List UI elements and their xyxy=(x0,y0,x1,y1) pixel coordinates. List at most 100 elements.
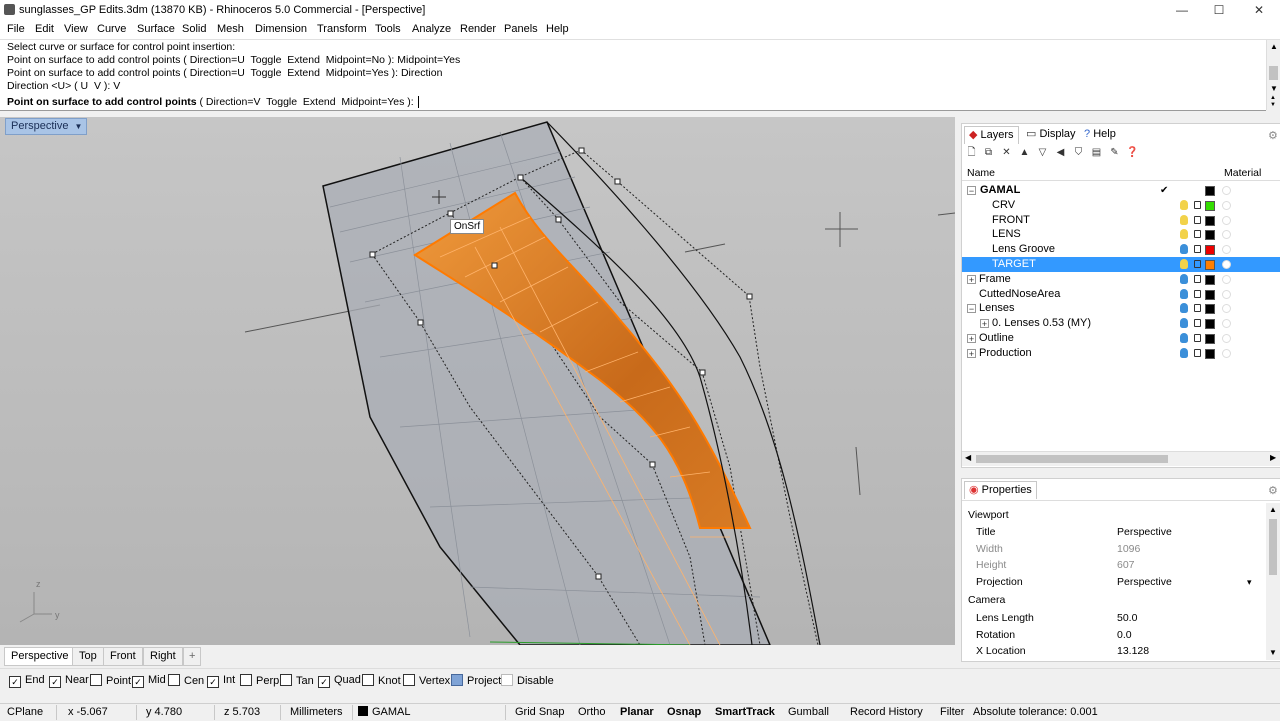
material-icon[interactable] xyxy=(1222,186,1231,195)
scroll-thumb[interactable] xyxy=(976,455,1168,463)
checkbox-icon[interactable] xyxy=(501,674,513,686)
material-icon[interactable] xyxy=(1222,304,1231,314)
lock-icon[interactable] xyxy=(1194,245,1201,254)
menu-help[interactable]: Help xyxy=(546,23,569,35)
layer-row-crv[interactable]: CRV xyxy=(962,198,1280,213)
layer-color-swatch[interactable] xyxy=(1205,186,1215,196)
prop-x-location[interactable]: X Location 13.128 xyxy=(969,643,1261,659)
lock-icon[interactable] xyxy=(1194,289,1201,298)
osnap-project[interactable]: Project xyxy=(451,674,501,687)
lightbulb-icon[interactable] xyxy=(1180,303,1188,314)
layer-color-swatch[interactable] xyxy=(1205,260,1215,270)
tab-help[interactable]: ? Help xyxy=(1080,126,1120,143)
prop-lens-length[interactable]: Lens Length 50.0 xyxy=(969,610,1261,626)
material-icon[interactable] xyxy=(1222,274,1231,284)
layer-color-swatch[interactable] xyxy=(1205,348,1215,359)
lock-icon[interactable] xyxy=(1194,230,1201,239)
material-icon[interactable] xyxy=(1222,334,1231,343)
history-scrollbar[interactable]: ▲ ▼ xyxy=(1266,40,1280,95)
section-camera[interactable]: Camera xyxy=(968,594,1005,606)
material-icon[interactable] xyxy=(1222,200,1231,210)
layer-row-cuttednosearea[interactable]: CuttedNoseArea xyxy=(962,287,1280,302)
layer-color-swatch[interactable] xyxy=(1205,245,1215,256)
layer-row-lens[interactable]: LENS xyxy=(962,227,1280,242)
lightbulb-icon[interactable] xyxy=(1180,214,1188,225)
perspective-viewport[interactable]: z y OnSrf xyxy=(0,117,955,645)
checkbox-icon[interactable]: ✓ xyxy=(318,676,330,688)
checkbox-icon[interactable]: ✓ xyxy=(9,676,21,688)
menu-solid[interactable]: Solid xyxy=(182,23,206,35)
osnap-disable[interactable]: Disable xyxy=(501,674,554,687)
layer-row-production[interactable]: + Production xyxy=(962,346,1280,361)
new-layer-icon[interactable]: 🗋 xyxy=(965,146,978,159)
chevron-down-icon[interactable]: ▼ xyxy=(74,119,82,134)
material-icon[interactable] xyxy=(1222,348,1231,358)
chevron-down-icon[interactable]: ▾ xyxy=(1247,574,1252,590)
menu-curve[interactable]: Curve xyxy=(97,23,126,35)
minimize-button[interactable]: — xyxy=(1163,0,1201,20)
checkbox-icon[interactable] xyxy=(403,674,415,686)
cplane-label[interactable]: CPlane xyxy=(7,706,43,718)
osnap-button[interactable]: Osnap xyxy=(667,706,701,718)
tab-top[interactable]: Top xyxy=(72,647,104,666)
lightbulb-icon[interactable] xyxy=(1180,229,1188,240)
lock-icon[interactable] xyxy=(1194,334,1201,342)
menu-mesh[interactable]: Mesh xyxy=(217,23,244,35)
prompt-spinner[interactable]: ▲ ▼ xyxy=(1266,95,1280,110)
tab-display[interactable]: ▭ Display xyxy=(1022,126,1080,143)
lock-icon[interactable] xyxy=(1194,200,1201,209)
layer-color-swatch[interactable] xyxy=(1205,215,1215,226)
lock-icon[interactable] xyxy=(1194,260,1201,268)
osnap-tan[interactable]: Tan xyxy=(280,674,314,687)
osnap-mid[interactable]: ✓ Mid xyxy=(132,674,166,688)
add-tab-button[interactable]: + xyxy=(183,647,202,666)
collapse-icon[interactable]: − xyxy=(967,304,976,314)
expand-icon[interactable]: + xyxy=(967,334,976,344)
collapse-icon[interactable]: − xyxy=(967,186,976,196)
move-down-icon[interactable]: ▽ xyxy=(1036,146,1049,159)
checkbox-icon[interactable] xyxy=(90,674,102,686)
layer-row-gamal[interactable]: − GAMAL ✔ xyxy=(962,183,1280,198)
move-up-icon[interactable]: ▲ xyxy=(1018,146,1031,159)
layer-row-lenses[interactable]: − Lenses xyxy=(962,301,1280,316)
lock-icon[interactable] xyxy=(1194,274,1201,283)
close-button[interactable]: ✕ xyxy=(1240,0,1278,20)
material-icon[interactable] xyxy=(1222,245,1231,255)
menu-dimension[interactable]: Dimension xyxy=(255,23,307,35)
units-label[interactable]: Millimeters xyxy=(290,706,343,718)
layer-color-swatch[interactable] xyxy=(1205,319,1215,330)
lightbulb-icon[interactable] xyxy=(1180,199,1188,210)
checkbox-icon[interactable]: ✓ xyxy=(207,676,219,688)
osnap-int[interactable]: ✓ Int xyxy=(207,674,235,688)
gumball-button[interactable]: Gumball xyxy=(788,706,829,718)
tab-properties[interactable]: ◉ Properties xyxy=(964,481,1037,499)
tab-perspective[interactable]: Perspective xyxy=(4,647,76,666)
layer-color-swatch[interactable] xyxy=(1205,304,1215,315)
layer-row-front[interactable]: FRONT xyxy=(962,213,1280,228)
current-layer-check-icon[interactable]: ✔ xyxy=(1160,183,1168,198)
osnap-point[interactable]: Point xyxy=(90,674,131,687)
layer-color-swatch[interactable] xyxy=(1205,274,1215,285)
material-icon[interactable] xyxy=(1222,260,1231,269)
layer-color-swatch[interactable] xyxy=(1205,200,1215,211)
scroll-down-icon[interactable]: ▼ xyxy=(1270,84,1278,93)
osnap-cen[interactable]: Cen xyxy=(168,674,204,687)
layer-row-lenses-sub[interactable]: +0. Lenses 0.53 (MY) xyxy=(962,316,1280,331)
expand-icon[interactable]: + xyxy=(980,319,989,329)
current-layer[interactable]: GAMAL xyxy=(358,706,411,718)
grid-snap-button[interactable]: Grid Snap xyxy=(515,706,565,718)
menu-surface[interactable]: Surface xyxy=(137,23,175,35)
move-parent-icon[interactable]: ◀ xyxy=(1054,146,1067,159)
lock-icon[interactable] xyxy=(1194,348,1201,357)
osnap-vertex[interactable]: Vertex xyxy=(403,674,450,687)
prop-title[interactable]: Title Perspective xyxy=(969,524,1261,540)
layers-hscrollbar[interactable]: ◀ ▶ xyxy=(962,451,1280,466)
checkbox-icon[interactable] xyxy=(280,674,292,686)
lightbulb-icon[interactable] xyxy=(1180,318,1188,329)
checkbox-icon[interactable]: ✓ xyxy=(49,676,61,688)
ortho-button[interactable]: Ortho xyxy=(578,706,606,718)
lightbulb-icon[interactable] xyxy=(1180,333,1188,343)
tab-right[interactable]: Right xyxy=(143,647,183,666)
gear-icon[interactable]: ⚙ xyxy=(1268,484,1278,497)
lightbulb-icon[interactable] xyxy=(1180,347,1188,358)
